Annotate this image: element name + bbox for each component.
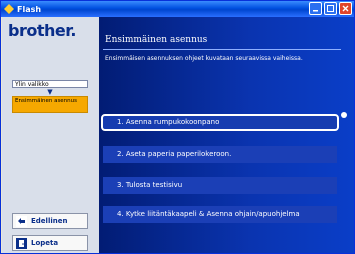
back-button-label: Edellinen	[31, 217, 68, 225]
option-print-test-page[interactable]: 3. Tulosta testisivu	[103, 177, 337, 194]
window-controls	[309, 2, 352, 15]
minimize-button[interactable]	[309, 2, 322, 15]
exit-door-icon	[16, 237, 27, 249]
exit-button[interactable]: Lopeta	[12, 235, 88, 251]
close-button[interactable]	[339, 2, 352, 15]
sidebar-menu: Ylin valikko ▼ Ensimmäinen asennus	[12, 80, 88, 113]
sidebar: brother. Ylin valikko ▼ Ensimmäinen asen…	[2, 17, 99, 253]
maximize-icon	[327, 5, 334, 12]
sidebar-item-top-menu[interactable]: Ylin valikko	[12, 80, 88, 88]
down-arrow-icon: ▼	[47, 88, 53, 96]
exit-button-label: Lopeta	[31, 239, 59, 247]
flash-app-icon	[4, 4, 14, 14]
option-load-paper[interactable]: 2. Aseta paperia paperilokeroon.	[103, 146, 337, 163]
window-title: Flash	[17, 4, 42, 14]
back-button[interactable]: Edellinen	[12, 213, 88, 229]
page-subtitle: Ensimmäisen asennuksen ohjeet kuvataan s…	[105, 55, 303, 62]
brother-logo: brother.	[8, 21, 76, 40]
option-install-drum[interactable]: 1. Asenna rumpukokoonpano	[101, 114, 339, 131]
option-connect-install-driver[interactable]: 4. Kytke liitäntäkaapeli & Asenna ohjain…	[103, 206, 337, 223]
page-title: Ensimmäinen asennus	[105, 35, 208, 45]
title-bar: Flash	[1, 1, 354, 17]
selection-marker	[341, 112, 347, 118]
installer-window: Flash brother. Ylin valikko ▼ Ensimmäine…	[0, 0, 355, 254]
back-arrow-icon	[16, 215, 27, 227]
close-icon	[342, 5, 349, 12]
sidebar-item-first-install[interactable]: Ensimmäinen asennus	[12, 96, 88, 113]
main-panel: Ensimmäinen asennus Ensimmäisen asennuks…	[99, 17, 354, 253]
minimize-icon	[313, 10, 318, 12]
heading-divider	[103, 49, 341, 50]
maximize-button[interactable]	[324, 2, 337, 15]
